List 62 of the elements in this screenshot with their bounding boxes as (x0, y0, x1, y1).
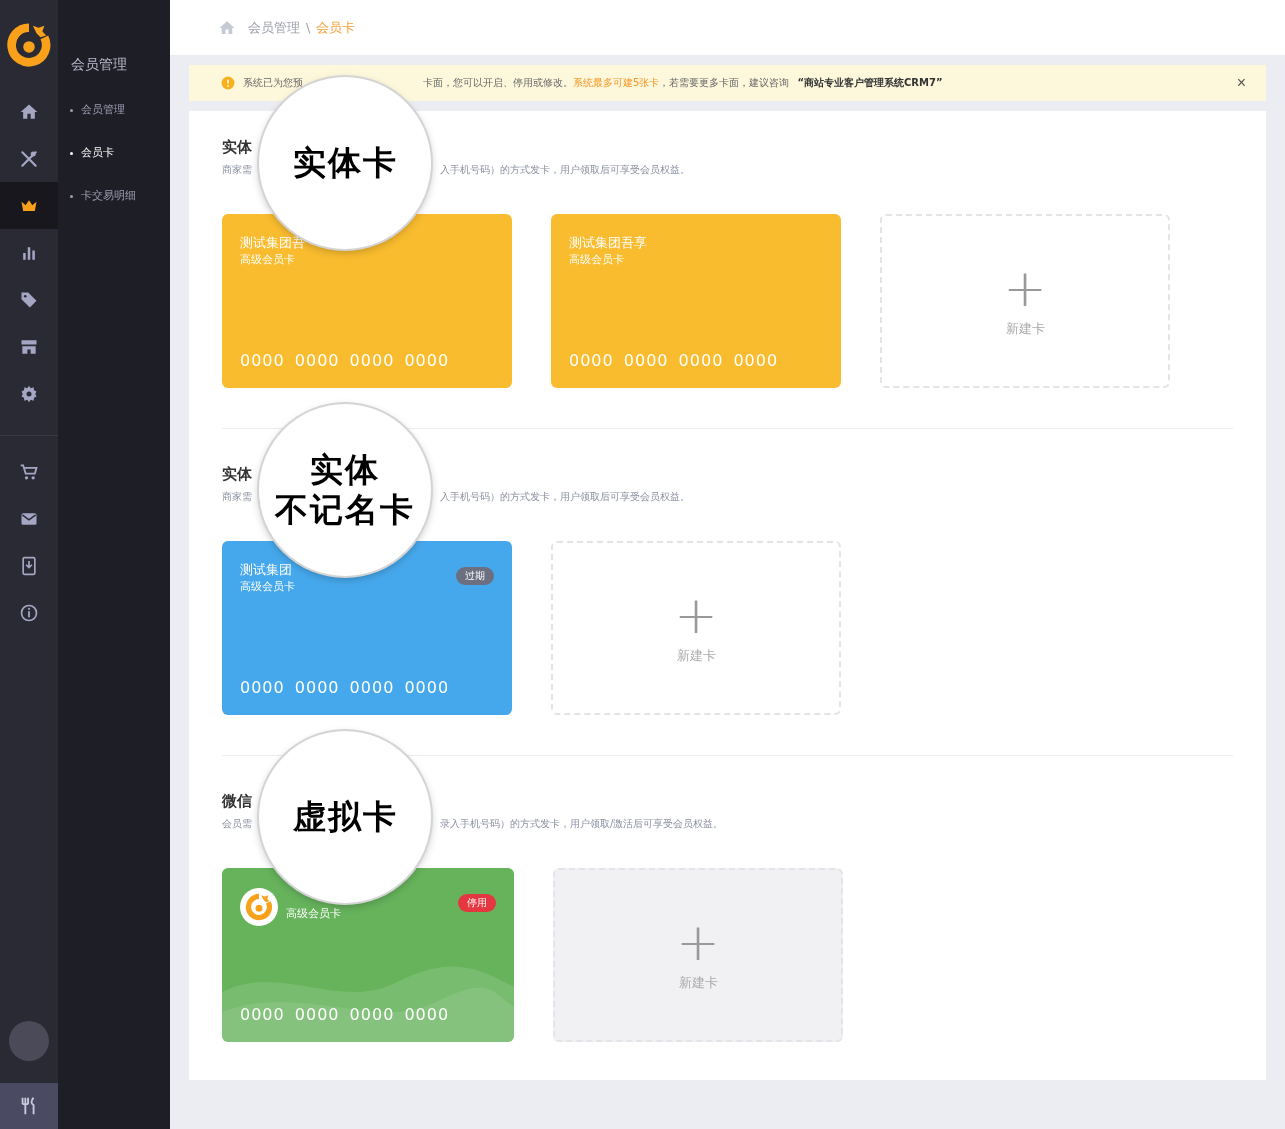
card-level: 高级会员卡 (240, 252, 296, 267)
section-description: 商家需 (222, 490, 252, 504)
breadcrumb-separator: \ (306, 20, 311, 35)
submenu-title: 会员管理 (70, 56, 128, 74)
callout-label: 不记名卡 (275, 490, 415, 530)
notice-text: 系统已为您预 (243, 76, 303, 90)
card-number: 0000 0000 0000 0000 (569, 351, 780, 370)
card-name: 测试集团 (240, 561, 293, 579)
section-description: 入手机号码）的方式发卡，用户领取后可享受会员权益。 (440, 163, 690, 177)
card-name: 测试集团吾 (240, 234, 306, 252)
card-number: 0000 0000 0000 0000 (240, 1005, 451, 1024)
submenu-item[interactable]: 卡交易明细 (58, 186, 170, 229)
section-description: 录入手机号码）的方式发卡，用户领取/激活后可享受会员权益。 (440, 817, 724, 831)
submenu-item[interactable]: 会员管理 (58, 100, 170, 143)
new-card-button[interactable]: + 新建卡 (551, 541, 841, 715)
breadcrumb-link[interactable]: 会员管理 (248, 18, 300, 37)
plus-icon: + (676, 918, 720, 966)
new-card-button[interactable]: + 新建卡 (880, 214, 1170, 388)
section-description: 入手机号码）的方式发卡，用户领取后可享受会员权益。 (440, 490, 690, 504)
notice-highlight-text: 系统最多可建5张卡 (573, 76, 660, 90)
card-number: 0000 0000 0000 0000 (240, 351, 451, 370)
section-title: 实体 (222, 138, 252, 158)
callout-label: 虚拟卡 (292, 797, 398, 837)
plus-icon: + (1003, 264, 1047, 312)
status-badge: 过期 (456, 567, 494, 585)
card-level: 高级会员卡 (240, 579, 296, 594)
section-title: 微信 (222, 792, 252, 812)
callout-label: 实体卡 (292, 143, 398, 183)
card-number: 0000 0000 0000 0000 (240, 678, 451, 697)
section-title: 实体 (222, 465, 252, 485)
notice-text: ，若需要更多卡面，建议咨询 (659, 76, 790, 90)
new-card-label: 新建卡 (678, 974, 718, 992)
tablet-download-icon (19, 555, 39, 576)
info-icon (19, 602, 39, 623)
new-card-label: 新建卡 (1005, 320, 1045, 338)
notice-product-name: “商站专业客户管理系统CRM7” (797, 76, 943, 90)
warning-icon (221, 76, 235, 90)
new-card-button[interactable]: + 新建卡 (553, 868, 843, 1042)
callout-label: 实体 (310, 450, 380, 490)
brand-logo-icon (240, 888, 278, 926)
status-badge: 停用 (458, 894, 496, 912)
cart-icon (19, 461, 39, 482)
new-card-label: 新建卡 (676, 647, 716, 665)
close-button[interactable]: × (1234, 74, 1248, 92)
card-level: 高级会员卡 (569, 252, 625, 267)
member-card[interactable]: 测试集团吾享 高级会员卡 0000 0000 0000 0000 (551, 214, 841, 388)
card-level: 高级会员卡 (286, 906, 342, 921)
notice-text: 卡面，您可以开启、停用或修改。 (423, 76, 573, 90)
breadcrumb-link[interactable]: 会员卡 (316, 18, 356, 37)
section-description: 会员需 (222, 817, 252, 831)
submenu-item[interactable]: 会员卡 (58, 143, 170, 186)
member-card[interactable]: 测试集团 高级会员卡 过期 0000 0000 0000 0000 (222, 541, 512, 715)
bottom-toolbar-button[interactable] (0, 1083, 58, 1129)
plus-icon: + (674, 591, 718, 639)
settings-icon (19, 383, 39, 404)
sidebar-nav-button[interactable] (0, 182, 58, 229)
section-description: 商家需 (222, 163, 252, 177)
dragon-logo-icon (6, 22, 52, 68)
crossed-utensils-icon (19, 148, 39, 169)
member-card[interactable]: 测试集团吾 高级会员卡 0000 0000 0000 0000 (222, 214, 512, 388)
member-card[interactable]: 高级会员卡 停用 0000 0000 0000 0000 (222, 868, 514, 1042)
card-name: 测试集团吾享 (569, 234, 648, 252)
